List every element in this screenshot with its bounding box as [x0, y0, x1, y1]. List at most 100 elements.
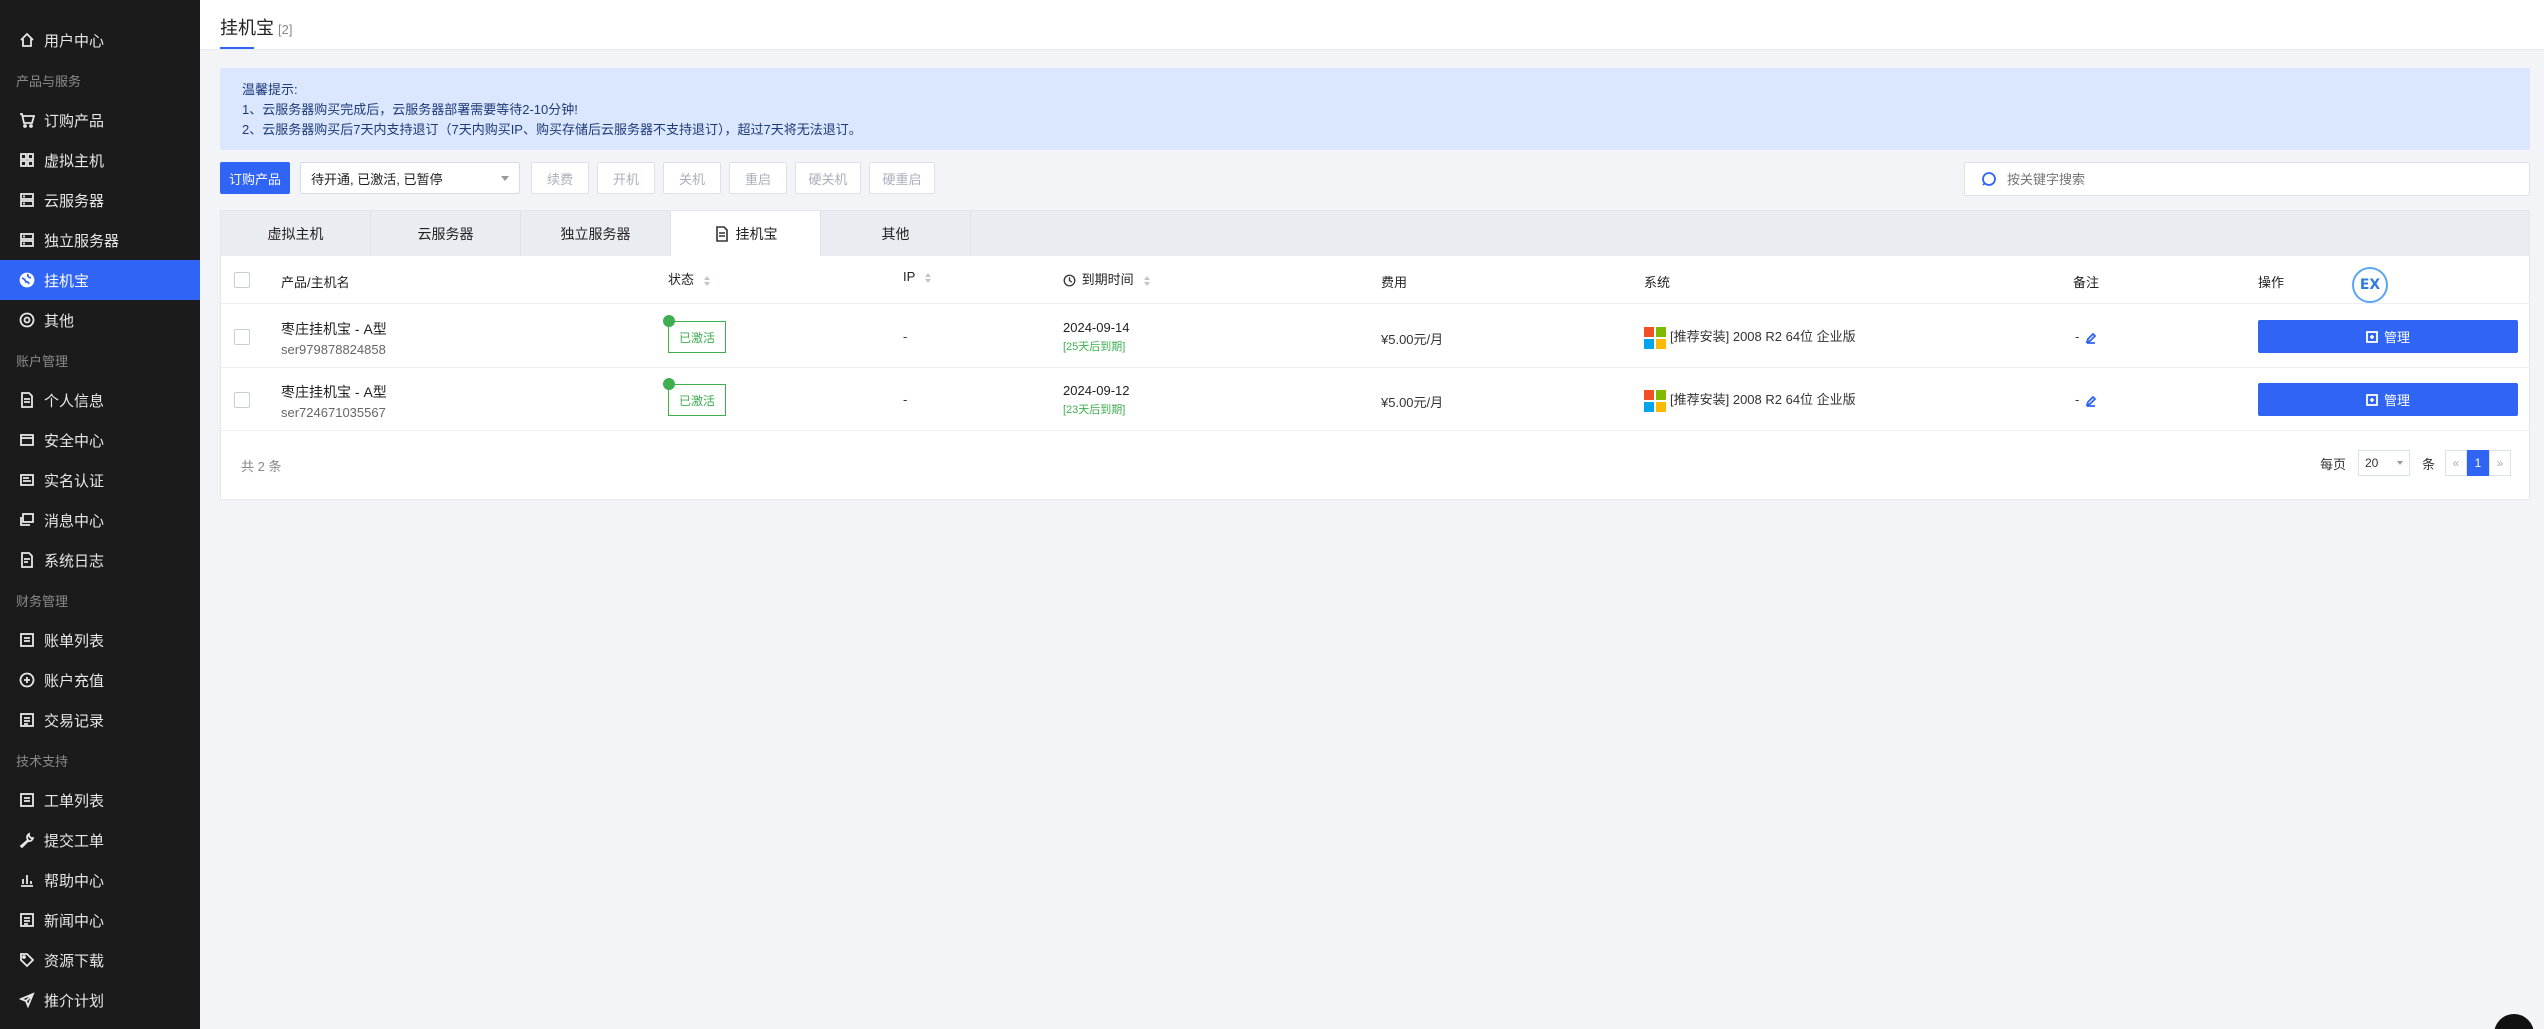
sidebar-item[interactable]: 订购产品 — [0, 100, 200, 140]
home-icon — [16, 29, 38, 51]
globe-icon — [16, 269, 38, 291]
tab-cloud-server[interactable]: 云服务器 — [371, 211, 521, 256]
main-content: 挂机宝 [2] 温馨提示: 1、云服务器购买完成后，云服务器部署需要等待2-10分… — [200, 0, 2544, 1029]
wrench-icon — [16, 829, 38, 851]
sidebar-item[interactable]: 用户中心 — [0, 20, 200, 60]
col-status[interactable]: 状态 — [668, 269, 711, 288]
sidebar-item[interactable]: 工单列表 — [0, 780, 200, 820]
system-value: [推荐安装] 2008 R2 64位 企业版 — [1670, 392, 1856, 407]
edit-icon[interactable] — [2079, 392, 2097, 407]
tab-label: 虚拟主机 — [267, 225, 324, 242]
col-expire-label: 到期时间 — [1081, 272, 1134, 287]
title-underline — [220, 47, 254, 49]
renew-button[interactable]: 续费 — [531, 162, 589, 194]
sidebar-item[interactable]: 虚拟主机 — [0, 140, 200, 180]
prev-page-button[interactable]: « — [2445, 450, 2467, 476]
ip-value: - — [903, 329, 908, 344]
sidebar-item[interactable]: 挂机宝 — [0, 260, 200, 300]
page-title-text: 挂机宝 — [220, 18, 274, 38]
edit-icon[interactable] — [2079, 329, 2097, 344]
sidebar-item[interactable]: 提交工单 — [0, 820, 200, 860]
notice-line-2: 2、云服务器购买后7天内支持退订（7天内购买IP、购买存储后云服务器不支持退订）… — [242, 122, 862, 137]
status-dot-icon — [663, 378, 675, 390]
product-cell: 枣庄挂机宝 - A型 ser979878824858 — [281, 319, 387, 357]
page-title: 挂机宝 [2] — [220, 14, 292, 40]
restart-button[interactable]: 重启 — [729, 162, 787, 194]
power-on-button[interactable]: 开机 — [597, 162, 655, 194]
tab-other[interactable]: 其他 — [821, 211, 971, 256]
expire-cell: 2024-09-12 [23天后到期] — [1063, 383, 1130, 417]
next-page-button[interactable]: » — [2489, 450, 2511, 476]
system-cell: [推荐安装] 2008 R2 64位 企业版 — [1644, 326, 1856, 349]
sidebar-item[interactable]: 独立服务器 — [0, 220, 200, 260]
sidebar-item[interactable]: 推介计划 — [0, 980, 200, 1020]
chevron-down-icon — [2396, 461, 2403, 465]
id-card-icon — [16, 469, 38, 491]
row-checkbox[interactable] — [234, 392, 250, 408]
top-bar: 挂机宝 [2] — [200, 0, 2544, 50]
sidebar-item[interactable]: 资源下载 — [0, 940, 200, 980]
sidebar-item[interactable]: 消息中心 — [0, 500, 200, 540]
note-cell: - — [2075, 392, 2097, 407]
product-tabs: 虚拟主机 云服务器 独立服务器 挂机宝 其他 — [221, 211, 2529, 256]
col-ip[interactable]: IP — [903, 269, 932, 284]
search-input[interactable] — [2007, 171, 2507, 187]
power-off-button[interactable]: 关机 — [663, 162, 721, 194]
tab-virtual-host[interactable]: 虚拟主机 — [221, 211, 371, 256]
sidebar-item[interactable]: 账户充值 — [0, 660, 200, 700]
cart-icon — [16, 109, 38, 131]
sidebar-item[interactable]: 个人信息 — [0, 380, 200, 420]
select-all-checkbox[interactable] — [234, 272, 250, 288]
sidebar-item-label: 资源下载 — [44, 952, 105, 970]
sidebar-item[interactable]: 帮助中心 — [0, 860, 200, 900]
table-footer: 共 2 条 每页 20 条 « 1 » — [221, 430, 2529, 500]
status-filter-select[interactable]: 待开通, 已激活, 已暂停 — [300, 162, 520, 194]
order-product-button[interactable]: 订购产品 — [220, 162, 290, 194]
status-badge: 已激活 — [663, 315, 726, 353]
page-button-current[interactable]: 1 — [2467, 450, 2489, 476]
sidebar-group-label: 账户管理 — [16, 353, 69, 369]
hard-restart-button[interactable]: 硬重启 — [869, 162, 935, 194]
col-action: 操作 — [2258, 275, 2285, 290]
tab-dedicated-server[interactable]: 独立服务器 — [521, 211, 671, 256]
grid-icon — [16, 149, 38, 171]
manage-button[interactable]: 管理 — [2258, 383, 2518, 416]
row-checkbox[interactable] — [234, 329, 250, 345]
tab-label: 云服务器 — [417, 225, 474, 242]
manage-label: 管理 — [2383, 393, 2410, 408]
tab-label: 其他 — [881, 225, 910, 242]
sidebar-item-label: 个人信息 — [44, 392, 105, 410]
sidebar-item[interactable]: 云服务器 — [0, 180, 200, 220]
status-cell: 已激活 — [663, 315, 726, 353]
sidebar-item[interactable]: 账单列表 — [0, 620, 200, 660]
product-card: 虚拟主机 云服务器 独立服务器 挂机宝 其他 产品/主机名 状态 IP 到期时间… — [220, 210, 2530, 500]
notice-title: 温馨提示: — [242, 82, 298, 97]
sidebar-item[interactable]: 系统日志 — [0, 540, 200, 580]
hard-power-off-button[interactable]: 硬关机 — [795, 162, 861, 194]
sidebar-item[interactable]: 其他 — [0, 300, 200, 340]
note-cell: - — [2075, 329, 2097, 344]
sidebar-item[interactable]: 安全中心 — [0, 420, 200, 460]
sidebar-item[interactable]: 交易记录 — [0, 700, 200, 740]
col-expire[interactable]: 到期时间 — [1063, 269, 1150, 288]
ticket-icon — [16, 789, 38, 811]
search-box — [1964, 162, 2530, 196]
sidebar-item[interactable]: 新闻中心 — [0, 900, 200, 940]
sidebar-item[interactable]: 实名认证 — [0, 460, 200, 500]
list-icon — [16, 629, 38, 651]
host-name: ser724671035567 — [281, 405, 386, 420]
manage-button[interactable]: 管理 — [2258, 320, 2518, 353]
per-page-select[interactable]: 20 — [2357, 450, 2410, 476]
extension-icon[interactable]: EX — [2352, 267, 2388, 303]
tab-hosting-box[interactable]: 挂机宝 — [671, 211, 821, 256]
news-icon — [16, 909, 38, 931]
table-row: 枣庄挂机宝 - A型 ser979878824858 已激活 - 2024-09… — [221, 305, 2529, 368]
plus-circle-icon — [16, 669, 38, 691]
per-page-unit: 条 — [2421, 456, 2435, 472]
ip-value: - — [903, 392, 908, 407]
host-name: ser979878824858 — [281, 342, 386, 357]
target-icon — [16, 309, 38, 331]
expire-remaining: [23天后到期] — [1063, 404, 1126, 416]
sidebar-item-label: 消息中心 — [44, 512, 105, 530]
sort-icon — [925, 272, 932, 283]
